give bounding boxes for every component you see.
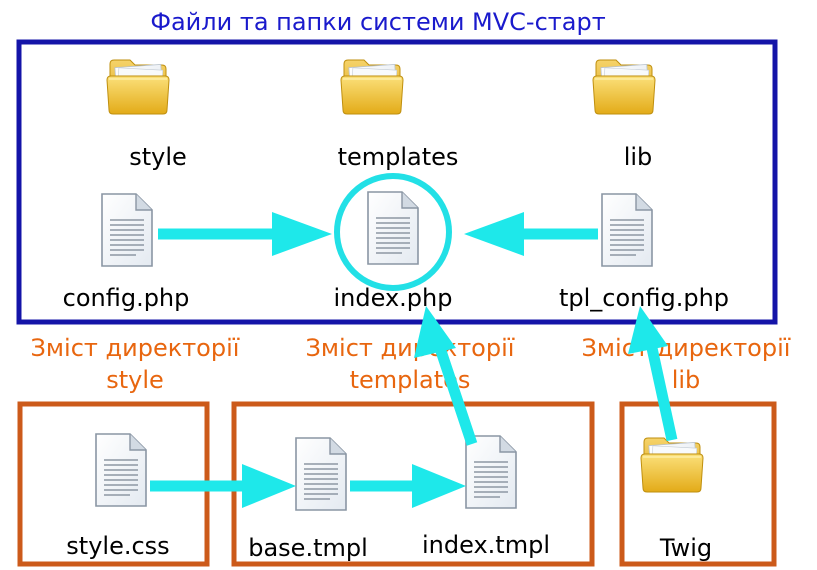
- file-structure-diagram: Файли та папки системи MVC-старт style t…: [16, 8, 791, 567]
- file-index[interactable]: index.php: [334, 173, 453, 312]
- folder-lib[interactable]: lib: [592, 59, 656, 171]
- folder-icon: [340, 59, 404, 115]
- folder-twig[interactable]: Twig: [640, 437, 712, 562]
- diagram-root: Файли та папки системи MVC-старт style t…: [0, 0, 817, 570]
- file-label-config: config.php: [63, 284, 190, 312]
- folder-label-style: style: [129, 143, 187, 171]
- arrow-config-to-index: [158, 212, 332, 256]
- section-title-line1: Зміст директорії: [31, 334, 240, 362]
- document-icon: [601, 193, 653, 267]
- section-title-line2: style: [106, 366, 164, 394]
- section-title-templates: Зміст директорії templates: [306, 334, 515, 394]
- file-config[interactable]: config.php: [63, 193, 190, 312]
- file-tpl-config[interactable]: tpl_config.php: [559, 193, 729, 312]
- file-label-tpl-config: tpl_config.php: [559, 284, 729, 312]
- arrow-basetmpl-to-indextmpl: [350, 464, 466, 508]
- document-icon: [367, 191, 419, 265]
- folder-icon: [106, 59, 170, 115]
- section-title-lib: Зміст директорії lib: [582, 334, 791, 394]
- file-style-css[interactable]: style.css: [66, 433, 170, 560]
- folder-icon: [640, 437, 704, 493]
- document-icon: [295, 437, 347, 511]
- folder-label-templates: templates: [338, 143, 459, 171]
- section-title-style: Зміст директорії style: [31, 334, 240, 394]
- section-title-line1: Зміст директорії: [306, 334, 515, 362]
- diagram-title: Файли та папки системи MVC-старт: [150, 8, 605, 36]
- section-title-line2: lib: [672, 366, 701, 394]
- folder-icon: [592, 59, 656, 115]
- file-label-style-css: style.css: [66, 532, 169, 560]
- file-label-base-tmpl: base.tmpl: [248, 534, 368, 562]
- file-label-index: index.php: [334, 284, 453, 312]
- arrow-twig-to-tplconfig: [628, 306, 678, 442]
- document-icon: [465, 435, 517, 509]
- file-label-index-tmpl: index.tmpl: [422, 531, 550, 559]
- folder-style[interactable]: style: [106, 59, 187, 171]
- arrow-stylecss-to-basetmpl: [150, 464, 296, 508]
- file-index-tmpl[interactable]: index.tmpl: [422, 435, 550, 559]
- file-base-tmpl[interactable]: base.tmpl: [248, 437, 368, 562]
- document-icon: [101, 193, 153, 267]
- folder-label-twig: Twig: [659, 534, 712, 562]
- section-title-line1: Зміст директорії: [582, 334, 791, 362]
- arrow-tplconfig-to-index: [464, 212, 598, 256]
- folder-label-lib: lib: [624, 143, 653, 171]
- document-icon: [95, 433, 147, 507]
- folder-templates[interactable]: templates: [338, 59, 459, 171]
